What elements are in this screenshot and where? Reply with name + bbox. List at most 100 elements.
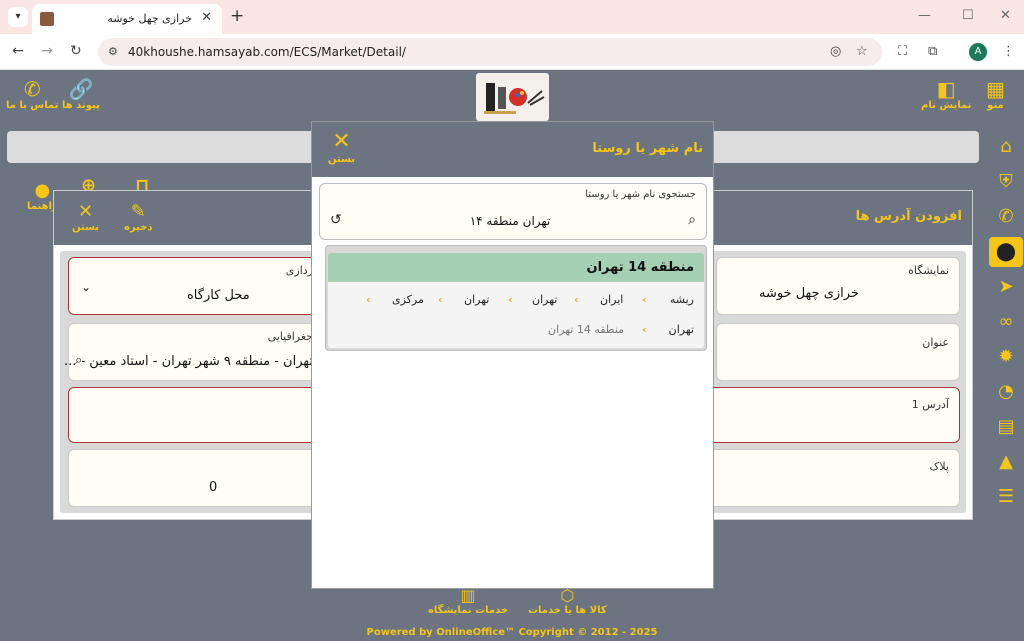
shield-icon[interactable]: ⛨ (989, 167, 1023, 197)
link-icon: 🔗 (68, 77, 94, 101)
window-close-icon[interactable]: ✕ (1000, 8, 1011, 23)
form-close-label: بستن (72, 222, 100, 233)
forward-icon[interactable]: → (41, 43, 53, 59)
breadcrumb-item: تهران (532, 293, 558, 306)
breadcrumb-item: ریشه (669, 293, 694, 306)
reset-search-icon[interactable]: ↺ (330, 212, 342, 228)
tracking-icon[interactable]: ◎ (830, 44, 841, 59)
goods-label: کالا ها یا خدمات (528, 605, 607, 616)
show-name-button[interactable]: ◧ نمایش نام (921, 78, 971, 111)
address-bar[interactable]: ⚙ 40khoushe.hamsayab.com/ECS/Market/Deta… (98, 38, 882, 66)
tab-close-icon[interactable]: ✕ (201, 10, 212, 25)
form-title: افزودن آدرس ها (855, 209, 962, 224)
send-icon[interactable]: ➤ (989, 272, 1023, 302)
rss-icon[interactable]: ◔ (989, 377, 1023, 407)
phone-icon: ✆ (23, 77, 41, 101)
city-search-input[interactable]: جستجوی نام شهر یا روستا تهران منطقه ۱۴ ⌕… (319, 183, 707, 240)
breadcrumb-item: تهران (668, 323, 694, 336)
title-field[interactable]: عنوان (716, 323, 960, 381)
links-button[interactable]: 🔗 پیوند ها (62, 78, 100, 111)
maximize-icon[interactable]: ☐ (962, 8, 974, 23)
layers-icon[interactable]: ☰ (989, 482, 1023, 512)
chevron-left-icon: ‹ (574, 293, 579, 306)
save-icon: ✎ (130, 201, 146, 222)
link-sidebar-icon[interactable]: ∞ (989, 307, 1023, 337)
right-sidebar: ⌂ ⛨ ✆ ⬤ ➤ ∞ ✹ ◔ ▤ ▲ ☰ (986, 125, 1024, 575)
search-value[interactable]: تهران منطقه ۱۴ (360, 214, 660, 228)
shop-logo[interactable] (476, 73, 549, 121)
form-save-button[interactable]: ✎ ذخیره (124, 201, 153, 233)
contact-button[interactable]: ✆ تماس با ما (6, 78, 58, 111)
badge-icon[interactable]: ✹ (989, 342, 1023, 372)
contact-label: تماس با ما (6, 100, 59, 111)
geo-search-icon[interactable]: ⌕ (75, 353, 83, 368)
showroom-field[interactable]: نمایشگاه خرازی چهل خوشه (716, 257, 960, 315)
modal-close-button[interactable]: ✕ بستن (328, 129, 356, 166)
plate-label: پلاک (929, 460, 949, 473)
browser-tab[interactable]: خرازی چهل خوشه ✕ (32, 4, 222, 34)
screenshot-icon[interactable]: ⛶ (898, 44, 907, 59)
close-icon: ✕ (332, 129, 351, 154)
search-label: جستجوی نام شهر یا روستا (585, 189, 696, 200)
result-title: منطقه 14 تهران (586, 260, 694, 275)
minimize-icon[interactable]: — (918, 8, 931, 23)
result-item-header[interactable]: منطقه 14 تهران (328, 253, 704, 282)
back-icon[interactable]: ← (12, 43, 24, 59)
store-icon[interactable]: ⌂ (989, 132, 1023, 162)
modal-close-label: بستن (328, 154, 356, 165)
geo-label: جغرافیایی (267, 330, 313, 343)
modal-title: نام شهر یا روستا (592, 141, 703, 156)
bookmark-star-icon[interactable]: ☆ (856, 44, 868, 59)
panel-icon: ◧ (936, 77, 956, 101)
show-name-label: نمایش نام (921, 100, 972, 111)
browser-tabbar: ▾ خرازی چهل خوشه ✕ + — ☐ ✕ (0, 0, 1024, 34)
grid-icon: ▦ (986, 77, 1005, 101)
profile-avatar[interactable]: A (969, 43, 987, 61)
geo-value: تهران - منطقه ۹ شهر تهران - استاد معین -… (63, 354, 313, 369)
site-info-icon[interactable]: ⚙ (108, 45, 118, 58)
geo-field[interactable]: جغرافیایی تهران - منطقه ۹ شهر تهران - اس… (64, 323, 316, 381)
services-label: خدمات نمایشگاه (428, 605, 509, 616)
tab-title: خرازی چهل خوشه (107, 12, 192, 25)
breadcrumb-item: ایران (600, 293, 624, 306)
form-close-button[interactable]: ✕ بستن (72, 201, 99, 233)
chevron-down-icon[interactable]: ⌄ (81, 280, 91, 294)
chevron-left-icon: ‹ (438, 293, 443, 306)
copyright-text: Powered by OnlineOffice™ Copyright © 201… (366, 627, 658, 638)
chevron-left-icon: ‹ (642, 293, 647, 306)
usage-value: محل کارگاه (187, 288, 250, 303)
showroom-value: خرازی چهل خوشه (758, 286, 859, 301)
browser-toolbar: ← → ↻ ⚙ 40khoushe.hamsayab.com/ECS/Marke… (0, 34, 1024, 70)
search-icon[interactable]: ⌕ (688, 212, 696, 228)
showroom-services-link[interactable]: ▥ خدمات نمایشگاه (428, 586, 508, 616)
goods-services-link[interactable]: ⬡ کالا ها یا خدمات (528, 586, 607, 616)
menu-label: منو (987, 100, 1004, 111)
location-pin-icon[interactable]: ⬤ (989, 237, 1023, 267)
close-icon: ✕ (77, 201, 94, 222)
sewing-kit-image (484, 83, 545, 114)
reload-icon[interactable]: ↻ (70, 43, 82, 59)
graduation-cap-icon[interactable]: ▲ (989, 447, 1023, 477)
title-label: عنوان (922, 336, 949, 349)
plate-value: 0 (209, 480, 218, 495)
chevron-left-icon: ‹ (366, 293, 371, 306)
table-icon[interactable]: ▤ (989, 412, 1023, 442)
usage-label: ردازی (285, 264, 313, 277)
address1-label: آدرس 1 (911, 398, 949, 411)
extensions-icon[interactable]: ⧉ (928, 44, 937, 59)
usage-select[interactable]: ردازی محل کارگاه ⌄ (68, 257, 316, 315)
modal-header: نام شهر یا روستا ✕ بستن (312, 122, 713, 177)
menu-button[interactable]: ▦ منو (986, 78, 1005, 111)
breadcrumb-current: منطقه 14 تهران (548, 323, 625, 336)
app-header: ▦ منو ◧ نمایش نام 🔗 پیوند ها ✆ تماس با م… (0, 70, 1024, 125)
result-path: ریشه ‹ ایران ‹ تهران ‹ تهران ‹ مرکزی ‹ ت… (328, 282, 704, 348)
chevron-left-icon: ‹ (508, 293, 513, 306)
new-tab-icon[interactable]: + (230, 6, 244, 26)
chevron-left-icon: ‹ (642, 323, 647, 336)
phone-sidebar-icon[interactable]: ✆ (989, 202, 1023, 232)
browser-menu-icon[interactable]: ⋮ (1002, 44, 1015, 59)
url-text[interactable]: 40khoushe.hamsayab.com/ECS/Market/Detail… (128, 45, 406, 59)
breadcrumb-item: مرکزی (392, 293, 424, 306)
showroom-label: نمایشگاه (908, 264, 949, 277)
tab-search-icon[interactable]: ▾ (8, 7, 28, 27)
